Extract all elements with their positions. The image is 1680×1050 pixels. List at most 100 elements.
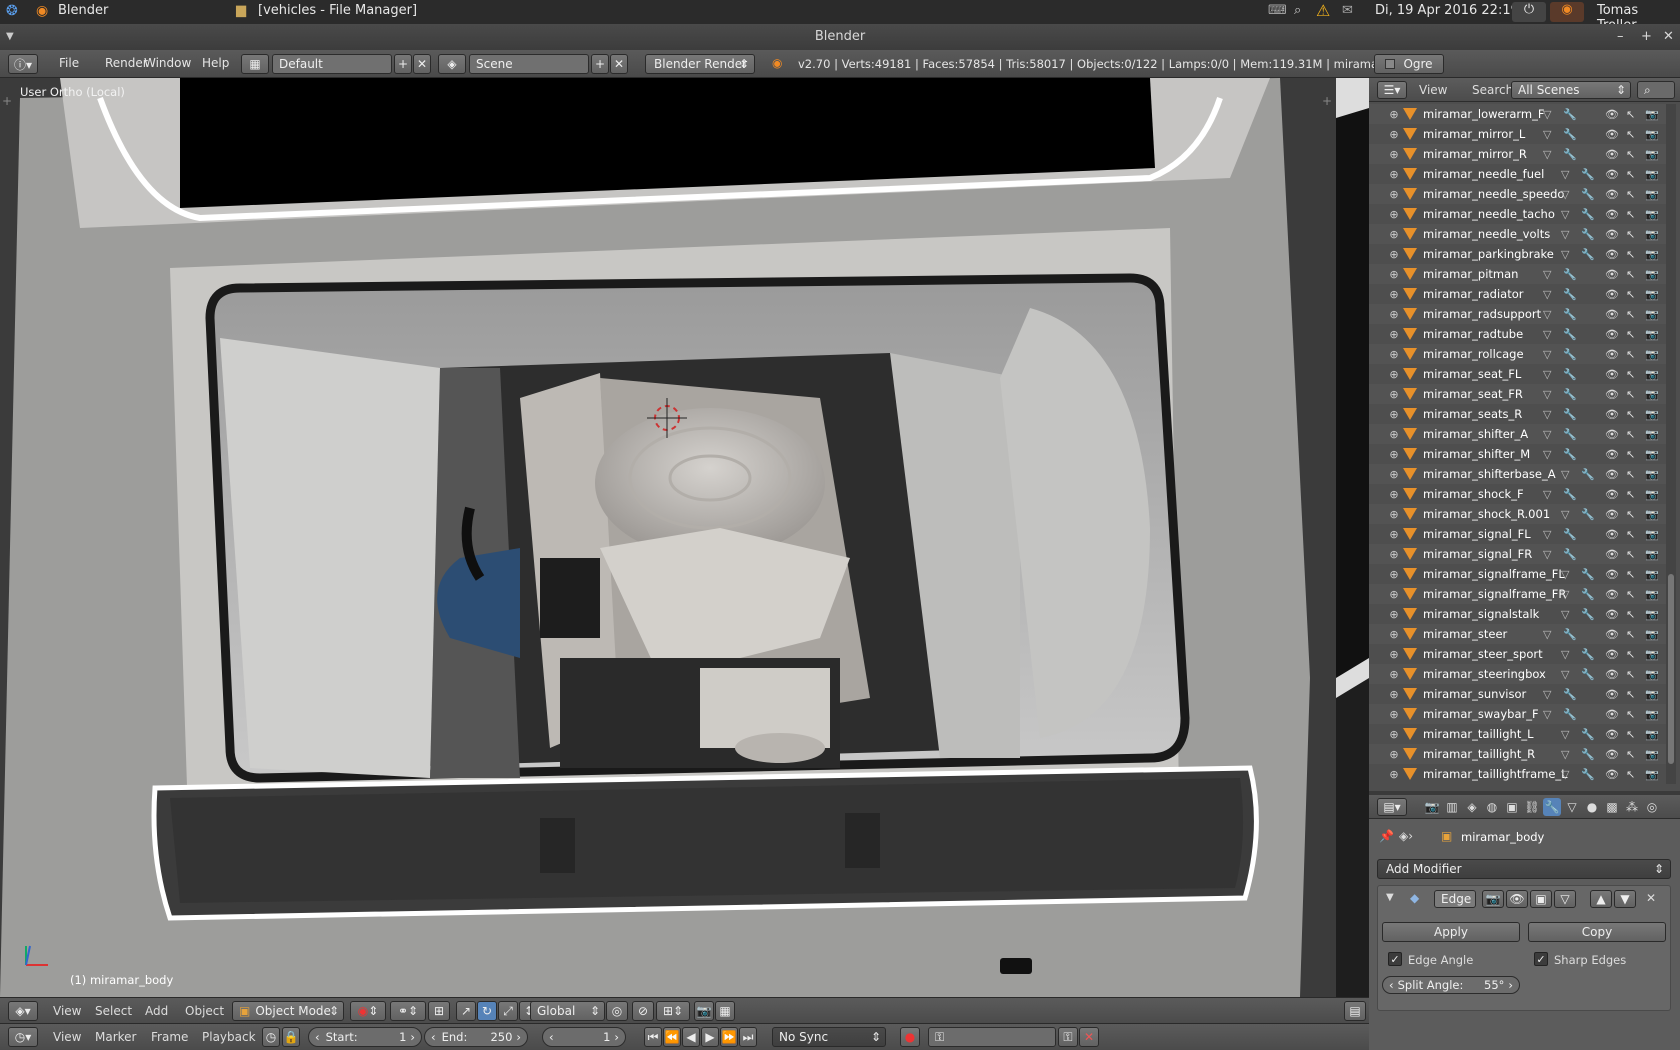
taskbar-file-manager[interactable]: [vehicles - File Manager] — [258, 3, 417, 18]
select-arrow-icon[interactable]: ↖ — [1626, 488, 1635, 501]
render-camera-icon[interactable]: 📷 — [1645, 768, 1659, 781]
visibility-eye-icon[interactable]: 👁 — [1605, 708, 1619, 721]
visibility-eye-icon[interactable]: 👁 — [1605, 128, 1619, 141]
collapse-icon[interactable]: ▼ — [1386, 892, 1394, 903]
visibility-eye-icon[interactable]: 👁 — [1605, 448, 1619, 461]
orientation-select[interactable]: Global ⇕ — [530, 1001, 605, 1021]
minimize-icon[interactable]: – — [1617, 24, 1624, 50]
visibility-eye-icon[interactable]: 👁 — [1605, 608, 1619, 621]
render-anim-icon[interactable]: ▦ — [715, 1001, 735, 1021]
outliner-item[interactable]: ⊕ miramar_seat_FR ▽ 🔧 👁 ↖ 📷 — [1369, 384, 1669, 404]
outliner-menu-search[interactable]: Search — [1472, 83, 1513, 97]
properties-header-icon[interactable]: ▤ — [1344, 1001, 1366, 1021]
particles-tab-icon[interactable]: ⁂ — [1623, 798, 1641, 816]
visibility-eye-icon[interactable]: 👁 — [1605, 468, 1619, 481]
expand-icon[interactable]: ⊕ — [1389, 128, 1399, 141]
expand-icon[interactable]: ⊕ — [1389, 268, 1399, 281]
outliner-item[interactable]: ⊕ miramar_mirror_L ▽ 🔧 👁 ↖ 📷 — [1369, 124, 1669, 144]
outliner-item[interactable]: ⊕ miramar_seats_R ▽ 🔧 👁 ↖ 📷 — [1369, 404, 1669, 424]
visibility-eye-icon[interactable]: 👁 — [1605, 668, 1619, 681]
render-camera-icon[interactable]: 📷 — [1645, 228, 1659, 241]
select-arrow-icon[interactable]: ↖ — [1626, 668, 1635, 681]
visibility-eye-icon[interactable]: 👁 — [1605, 628, 1619, 641]
visibility-eye-icon[interactable]: 👁 — [1605, 288, 1619, 301]
insert-keyframe-icon[interactable]: ⚿ — [1058, 1027, 1078, 1047]
close-icon[interactable]: ✕ — [1663, 24, 1674, 50]
select-arrow-icon[interactable]: ↖ — [1626, 768, 1635, 781]
shading-select-icon[interactable]: ◉ ⇕ — [350, 1001, 386, 1021]
render-camera-icon[interactable]: 📷 — [1645, 728, 1659, 741]
outliner-item[interactable]: ⊕ miramar_signalframe_FR ▽ 🔧 👁 ↖ 📷 — [1369, 584, 1669, 604]
visibility-eye-icon[interactable]: 👁 — [1605, 588, 1619, 601]
jump-start-icon[interactable]: ⏮ — [644, 1027, 662, 1047]
select-arrow-icon[interactable]: ↖ — [1626, 288, 1635, 301]
region-toggle-icon[interactable]: + — [1322, 94, 1332, 108]
select-arrow-icon[interactable]: ↖ — [1626, 508, 1635, 521]
tl-menu-playback[interactable]: Playback — [193, 1030, 265, 1044]
world-tab-icon[interactable]: ◍ — [1483, 798, 1501, 816]
system-menu-icon[interactable]: ❂ — [6, 3, 18, 19]
constraints-tab-icon[interactable]: ⛓ — [1523, 798, 1541, 816]
render-camera-icon[interactable]: 📷 — [1645, 708, 1659, 721]
object-tab-icon[interactable]: ▣ — [1503, 798, 1521, 816]
outliner-item[interactable]: ⊕ miramar_steeringbox ▽ 🔧 👁 ↖ 📷 — [1369, 664, 1669, 684]
expand-icon[interactable]: ⊕ — [1389, 608, 1399, 621]
select-arrow-icon[interactable]: ↖ — [1626, 448, 1635, 461]
select-arrow-icon[interactable]: ↖ — [1626, 308, 1635, 321]
end-frame-field[interactable]: ‹ End: 250 › — [424, 1027, 528, 1047]
outliner-item[interactable]: ⊕ miramar_signalframe_FL ▽ 🔧 👁 ↖ 📷 — [1369, 564, 1669, 584]
select-arrow-icon[interactable]: ↖ — [1626, 148, 1635, 161]
expand-icon[interactable]: ⊕ — [1389, 188, 1399, 201]
outliner-scope-select[interactable]: All Scenes ⇕ — [1511, 81, 1631, 99]
start-frame-field[interactable]: ‹ Start: 1 › — [308, 1027, 422, 1047]
visibility-eye-icon[interactable]: 👁 — [1605, 268, 1619, 281]
outliner-item[interactable]: ⊕ miramar_mirror_R ▽ 🔧 👁 ↖ 📷 — [1369, 144, 1669, 164]
expand-icon[interactable]: ⊕ — [1389, 728, 1399, 741]
expand-icon[interactable]: ⊕ — [1389, 148, 1399, 161]
expand-icon[interactable]: ⊕ — [1389, 708, 1399, 721]
expand-icon[interactable]: ⊕ — [1389, 108, 1399, 121]
visibility-eye-icon[interactable]: 👁 — [1605, 188, 1619, 201]
material-tab-icon[interactable]: ● — [1583, 798, 1601, 816]
preview-range-icon[interactable]: ◷ — [262, 1027, 280, 1047]
scene-icon[interactable]: ◈ — [438, 54, 466, 74]
expand-icon[interactable]: ⊕ — [1389, 168, 1399, 181]
play-icon[interactable]: ▶ — [701, 1027, 719, 1047]
scene-tab-icon[interactable]: ◈ — [1463, 798, 1481, 816]
delete-keyframe-icon[interactable]: ✕ — [1079, 1027, 1099, 1047]
timeline-editor-icon[interactable]: ◷▾ — [8, 1027, 38, 1047]
visibility-eye-icon[interactable]: 👁 — [1605, 108, 1619, 121]
render-camera-icon[interactable]: 📷 — [1645, 548, 1659, 561]
select-arrow-icon[interactable]: ↖ — [1626, 168, 1635, 181]
outliner-item[interactable]: ⊕ miramar_needle_tacho ▽ 🔧 👁 ↖ 📷 — [1369, 204, 1669, 224]
mode-select[interactable]: ▣ Object Mode ⇕ — [232, 1001, 344, 1021]
split-angle-field[interactable]: ‹ Split Angle: 55° › — [1382, 976, 1520, 994]
visibility-eye-icon[interactable]: 👁 — [1605, 388, 1619, 401]
render-camera-icon[interactable]: 📷 — [1645, 128, 1659, 141]
select-arrow-icon[interactable]: ↖ — [1626, 748, 1635, 761]
outliner-search-input[interactable]: ⌕ — [1637, 81, 1675, 99]
outliner-item[interactable]: ⊕ miramar_lowerarm_F ▽ 🔧 👁 ↖ 📷 — [1369, 104, 1669, 124]
render-camera-icon[interactable]: 📷 — [1645, 448, 1659, 461]
visibility-eye-icon[interactable]: 👁 — [1605, 308, 1619, 321]
power-icon[interactable]: ⏻ — [1512, 2, 1546, 22]
tl-menu-marker[interactable]: Marker — [86, 1030, 145, 1044]
select-arrow-icon[interactable]: ↖ — [1626, 388, 1635, 401]
select-arrow-icon[interactable]: ↖ — [1626, 568, 1635, 581]
editmode-toggle-icon[interactable]: ▣ — [1530, 890, 1552, 908]
expand-icon[interactable]: ⊕ — [1389, 468, 1399, 481]
select-arrow-icon[interactable]: ↖ — [1626, 188, 1635, 201]
select-arrow-icon[interactable]: ↖ — [1626, 728, 1635, 741]
toolshelf-toggle-icon[interactable]: + — [2, 94, 12, 108]
render-camera-icon[interactable]: 📷 — [1645, 368, 1659, 381]
expand-icon[interactable]: ⊕ — [1389, 748, 1399, 761]
render-camera-icon[interactable]: 📷 — [1645, 328, 1659, 341]
render-camera-icon[interactable]: 📷 — [1645, 648, 1659, 661]
outliner-item[interactable]: ⊕ miramar_shifterbase_A ▽ 🔧 👁 ↖ 📷 — [1369, 464, 1669, 484]
render-camera-icon[interactable]: 📷 — [1645, 528, 1659, 541]
layout-remove-icon[interactable]: ✕ — [413, 54, 431, 74]
select-arrow-icon[interactable]: ↖ — [1626, 628, 1635, 641]
select-arrow-icon[interactable]: ↖ — [1626, 608, 1635, 621]
render-camera-icon[interactable]: 📷 — [1645, 688, 1659, 701]
expand-icon[interactable]: ⊕ — [1389, 428, 1399, 441]
